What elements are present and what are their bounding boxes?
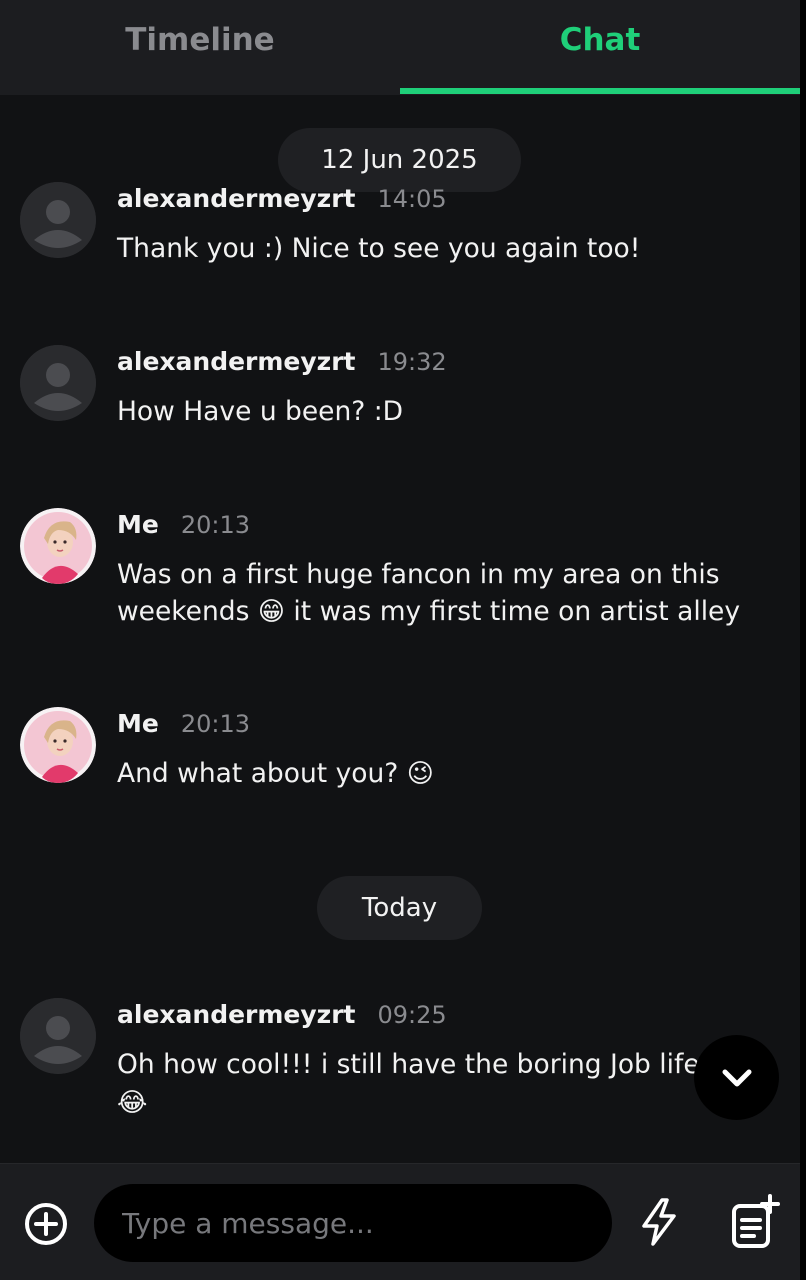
message-time: 19:32 [377, 348, 447, 376]
note-add-icon [732, 1194, 780, 1248]
message-meta: alexandermeyzrt 09:25 [117, 1000, 447, 1029]
chat-screen: Timeline Chat 12 Jun 2025 alexandermeyzr… [0, 0, 806, 1280]
date-separator: Today [317, 876, 482, 940]
message-meta: alexandermeyzrt 14:05 [117, 184, 447, 213]
tab-bar: Timeline Chat [0, 0, 800, 95]
message-text-part: And what about you? [117, 758, 399, 789]
message-author[interactable]: alexandermeyzrt [117, 1000, 356, 1029]
message-text: Thank you :) Nice to see you again too! [117, 233, 641, 264]
winking-emoji: 😉 [406, 759, 434, 789]
default-avatar-icon[interactable] [20, 182, 96, 258]
message-text-part: it was my first time on artist alley [293, 596, 741, 627]
message-text: And what about you? 😉 [117, 755, 767, 793]
message-time: 09:25 [377, 1001, 447, 1029]
message-meta: Me 20:13 [117, 709, 250, 738]
chat-log[interactable]: 12 Jun 2025 alexandermeyzrt 14:05 Thank … [0, 95, 800, 1163]
message-time: 20:13 [180, 710, 251, 738]
message-composer [0, 1163, 800, 1280]
edge-strip [800, 0, 806, 1280]
message-author[interactable]: alexandermeyzrt [117, 347, 356, 376]
grinning-emoji: 😁 [257, 597, 285, 627]
user-avatar[interactable] [20, 508, 96, 584]
add-attachment-button[interactable] [22, 1200, 70, 1248]
lightning-icon [642, 1198, 676, 1246]
plus-circle-icon [25, 1203, 67, 1245]
message-text-part: Oh how cool!!! i still have the boring J… [117, 1049, 700, 1080]
quick-reply-button[interactable] [636, 1197, 682, 1247]
message-meta: Me 20:13 [117, 510, 250, 539]
message-meta: alexandermeyzrt 19:32 [117, 347, 447, 376]
message-author[interactable]: Me [117, 510, 159, 539]
message-input-container[interactable] [94, 1184, 612, 1262]
tab-chat[interactable]: Chat [400, 0, 800, 95]
tab-timeline[interactable]: Timeline [0, 0, 400, 95]
default-avatar-icon[interactable] [20, 345, 96, 421]
message-text: Was on a first huge fancon in my area on… [117, 556, 767, 631]
message-author[interactable]: Me [117, 709, 159, 738]
chevron-down-icon [722, 1069, 751, 1086]
date-separator: 12 Jun 2025 [278, 128, 521, 192]
message-time: 20:13 [180, 511, 251, 539]
message-author[interactable]: alexandermeyzrt [117, 184, 356, 213]
default-avatar-icon[interactable] [20, 998, 96, 1074]
scroll-to-bottom-button[interactable] [694, 1035, 779, 1120]
tears-of-joy-emoji: 😂 [117, 1088, 148, 1118]
message-time: 14:05 [377, 185, 447, 213]
message-input[interactable] [120, 1205, 586, 1241]
user-avatar[interactable] [20, 707, 96, 783]
note-button[interactable] [730, 1194, 780, 1250]
message-text: How Have u been? :D [117, 396, 404, 427]
message-text: Oh how cool!!! i still have the boring J… [117, 1046, 737, 1122]
